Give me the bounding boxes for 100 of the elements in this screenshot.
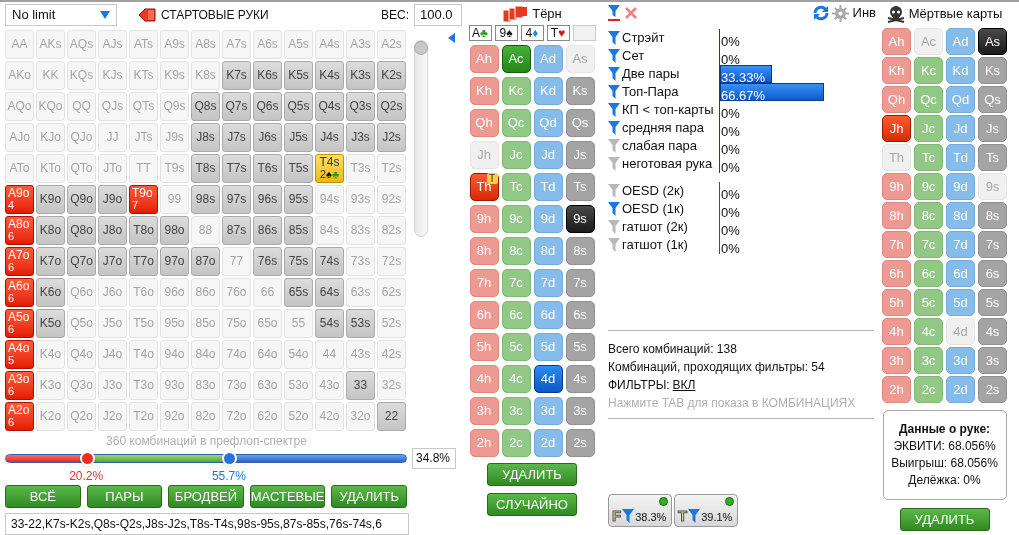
hand-cell[interactable]: KQo (36, 91, 65, 121)
filter-label[interactable]: Стрэйт (622, 28, 665, 48)
hand-cell[interactable]: TT (129, 153, 158, 183)
card-button[interactable]: Th (882, 144, 911, 171)
card-button[interactable]: Qh (469, 109, 499, 137)
card-button[interactable]: Qc (914, 86, 943, 113)
card-button[interactable]: Qd (533, 109, 563, 137)
card-button[interactable]: 5s (978, 289, 1007, 316)
card-button[interactable]: 3d (533, 397, 563, 425)
hand-cell[interactable]: J9o (98, 184, 127, 214)
hand-cell[interactable]: AQs (67, 29, 96, 59)
card-button[interactable]: Qc (501, 109, 531, 137)
hand-cell[interactable]: Q6o (67, 277, 96, 307)
hand-cell[interactable]: QTo (67, 153, 96, 183)
hand-cell[interactable]: KTo (36, 153, 65, 183)
card-button[interactable]: 4c (914, 318, 943, 345)
hand-cell[interactable]: KJs (98, 60, 127, 90)
hand-cell[interactable]: 44 (315, 339, 344, 369)
card-button[interactable]: 3c (501, 397, 531, 425)
card-button[interactable]: 5h (469, 333, 499, 361)
hand-cell[interactable]: AKo (5, 60, 34, 90)
range-field[interactable]: 33-22,K7s-K2s,Q8s-Q2s,J8s-J2s,T8s-T4s,98s-95s,87s-85s,76s-74s,6 (5, 513, 409, 535)
hand-cell[interactable]: 53o (284, 370, 313, 400)
hand-cell[interactable]: 86o (191, 277, 220, 307)
hand-cell[interactable]: 77 (222, 246, 251, 276)
card-button[interactable]: 3c (914, 347, 943, 374)
action-button[interactable]: МАСТЕВЫЕ (249, 485, 326, 509)
hand-cell[interactable]: Q9o (67, 184, 96, 214)
filter-label[interactable]: гатшот (2к) (622, 217, 688, 237)
hand-cell[interactable]: 54s (315, 308, 344, 338)
hand-cell[interactable]: J3o (98, 370, 127, 400)
hand-cell[interactable]: K4s (315, 60, 344, 90)
hand-cell[interactable]: 76o (222, 277, 251, 307)
hand-cell[interactable]: Q7o (67, 246, 96, 276)
hand-cell[interactable]: KQs (67, 60, 96, 90)
hand-cell[interactable]: 42s (377, 339, 406, 369)
hand-cell[interactable]: 96o (160, 277, 189, 307)
card-button[interactable]: 4c (501, 365, 531, 393)
hand-cell[interactable]: 43o (315, 370, 344, 400)
card-button[interactable]: Jh (469, 141, 499, 169)
card-button[interactable]: 2d (946, 376, 975, 403)
card-button[interactable]: 2d (533, 429, 563, 457)
hand-cell[interactable]: A6s (253, 29, 282, 59)
hand-cell[interactable]: 66 (253, 277, 282, 307)
hand-cell[interactable]: 33 (346, 370, 375, 400)
hand-cell[interactable]: Q5s (284, 91, 313, 121)
card-button[interactable]: 6c (914, 260, 943, 287)
hand-cell[interactable]: A2s (377, 29, 406, 59)
filter-toggle[interactable]: T 39.1% (674, 494, 738, 527)
action-button[interactable]: УДАЛИТЬ (331, 485, 407, 509)
filter-icon[interactable] (608, 5, 620, 21)
hand-cell[interactable]: J2s (377, 122, 406, 152)
hand-cell[interactable]: 93o (160, 370, 189, 400)
hand-cell[interactable]: A4o 5 (5, 339, 34, 369)
card-button[interactable]: 6h (469, 301, 499, 329)
card-button[interactable]: 9s (565, 205, 595, 233)
hand-cell[interactable]: T9o 7 (129, 184, 158, 214)
hand-cell[interactable]: 32s (377, 370, 406, 400)
card-button[interactable]: 8c (501, 237, 531, 265)
filter-label[interactable]: OESD (1к) (622, 199, 685, 219)
hand-cell[interactable]: K6s (253, 60, 282, 90)
card-button[interactable]: 2c (501, 429, 531, 457)
hand-cell[interactable]: T7o (129, 246, 158, 276)
hand-cell[interactable]: J4s (315, 122, 344, 152)
hand-cell[interactable]: 63o (253, 370, 282, 400)
card-button[interactable]: Ad (533, 45, 563, 73)
hand-cell[interactable]: 43s (346, 339, 375, 369)
card-button[interactable]: 2s (978, 376, 1007, 403)
filter-label[interactable]: Топ-Пара (622, 82, 679, 102)
card-button[interactable]: 6h (882, 260, 911, 287)
hand-cell[interactable]: 95o (160, 308, 189, 338)
card-button[interactable]: Qs (565, 109, 595, 137)
hand-cell[interactable]: JJ (98, 122, 127, 152)
filter-label[interactable]: средняя пара (622, 118, 704, 138)
hand-cell[interactable]: 98o (160, 215, 189, 245)
hand-cell[interactable]: 88 (191, 215, 220, 245)
action-button[interactable]: СЛУЧАЙНО (487, 493, 577, 516)
hand-cell[interactable]: 82s (377, 215, 406, 245)
hand-cell[interactable]: T5s (284, 153, 313, 183)
hand-cell[interactable]: A2o 6 (5, 401, 34, 431)
hand-cell[interactable]: K2s (377, 60, 406, 90)
hand-cell[interactable]: 62s (377, 277, 406, 307)
hand-cell[interactable]: QJs (98, 91, 127, 121)
card-button[interactable]: Js (978, 115, 1007, 142)
hand-cell[interactable]: KK (36, 60, 65, 90)
hand-cell[interactable]: 96s (253, 184, 282, 214)
card-button[interactable]: 4s (565, 365, 595, 393)
hand-cell[interactable]: 99 (160, 184, 189, 214)
card-button[interactable]: As (565, 45, 595, 73)
hand-cell[interactable]: 52o (284, 401, 313, 431)
hand-cell[interactable]: J5s (284, 122, 313, 152)
card-button[interactable]: Tc (914, 144, 943, 171)
card-button[interactable]: 8h (882, 202, 911, 229)
card-button[interactable]: 3h (469, 397, 499, 425)
card-button[interactable]: Ad (946, 28, 975, 55)
hand-cell[interactable]: T6s (253, 153, 282, 183)
card-button[interactable]: Ac (501, 45, 531, 73)
slider-thumb[interactable] (414, 40, 428, 55)
card-button[interactable]: Ts (565, 173, 595, 201)
card-button[interactable]: 6d (946, 260, 975, 287)
